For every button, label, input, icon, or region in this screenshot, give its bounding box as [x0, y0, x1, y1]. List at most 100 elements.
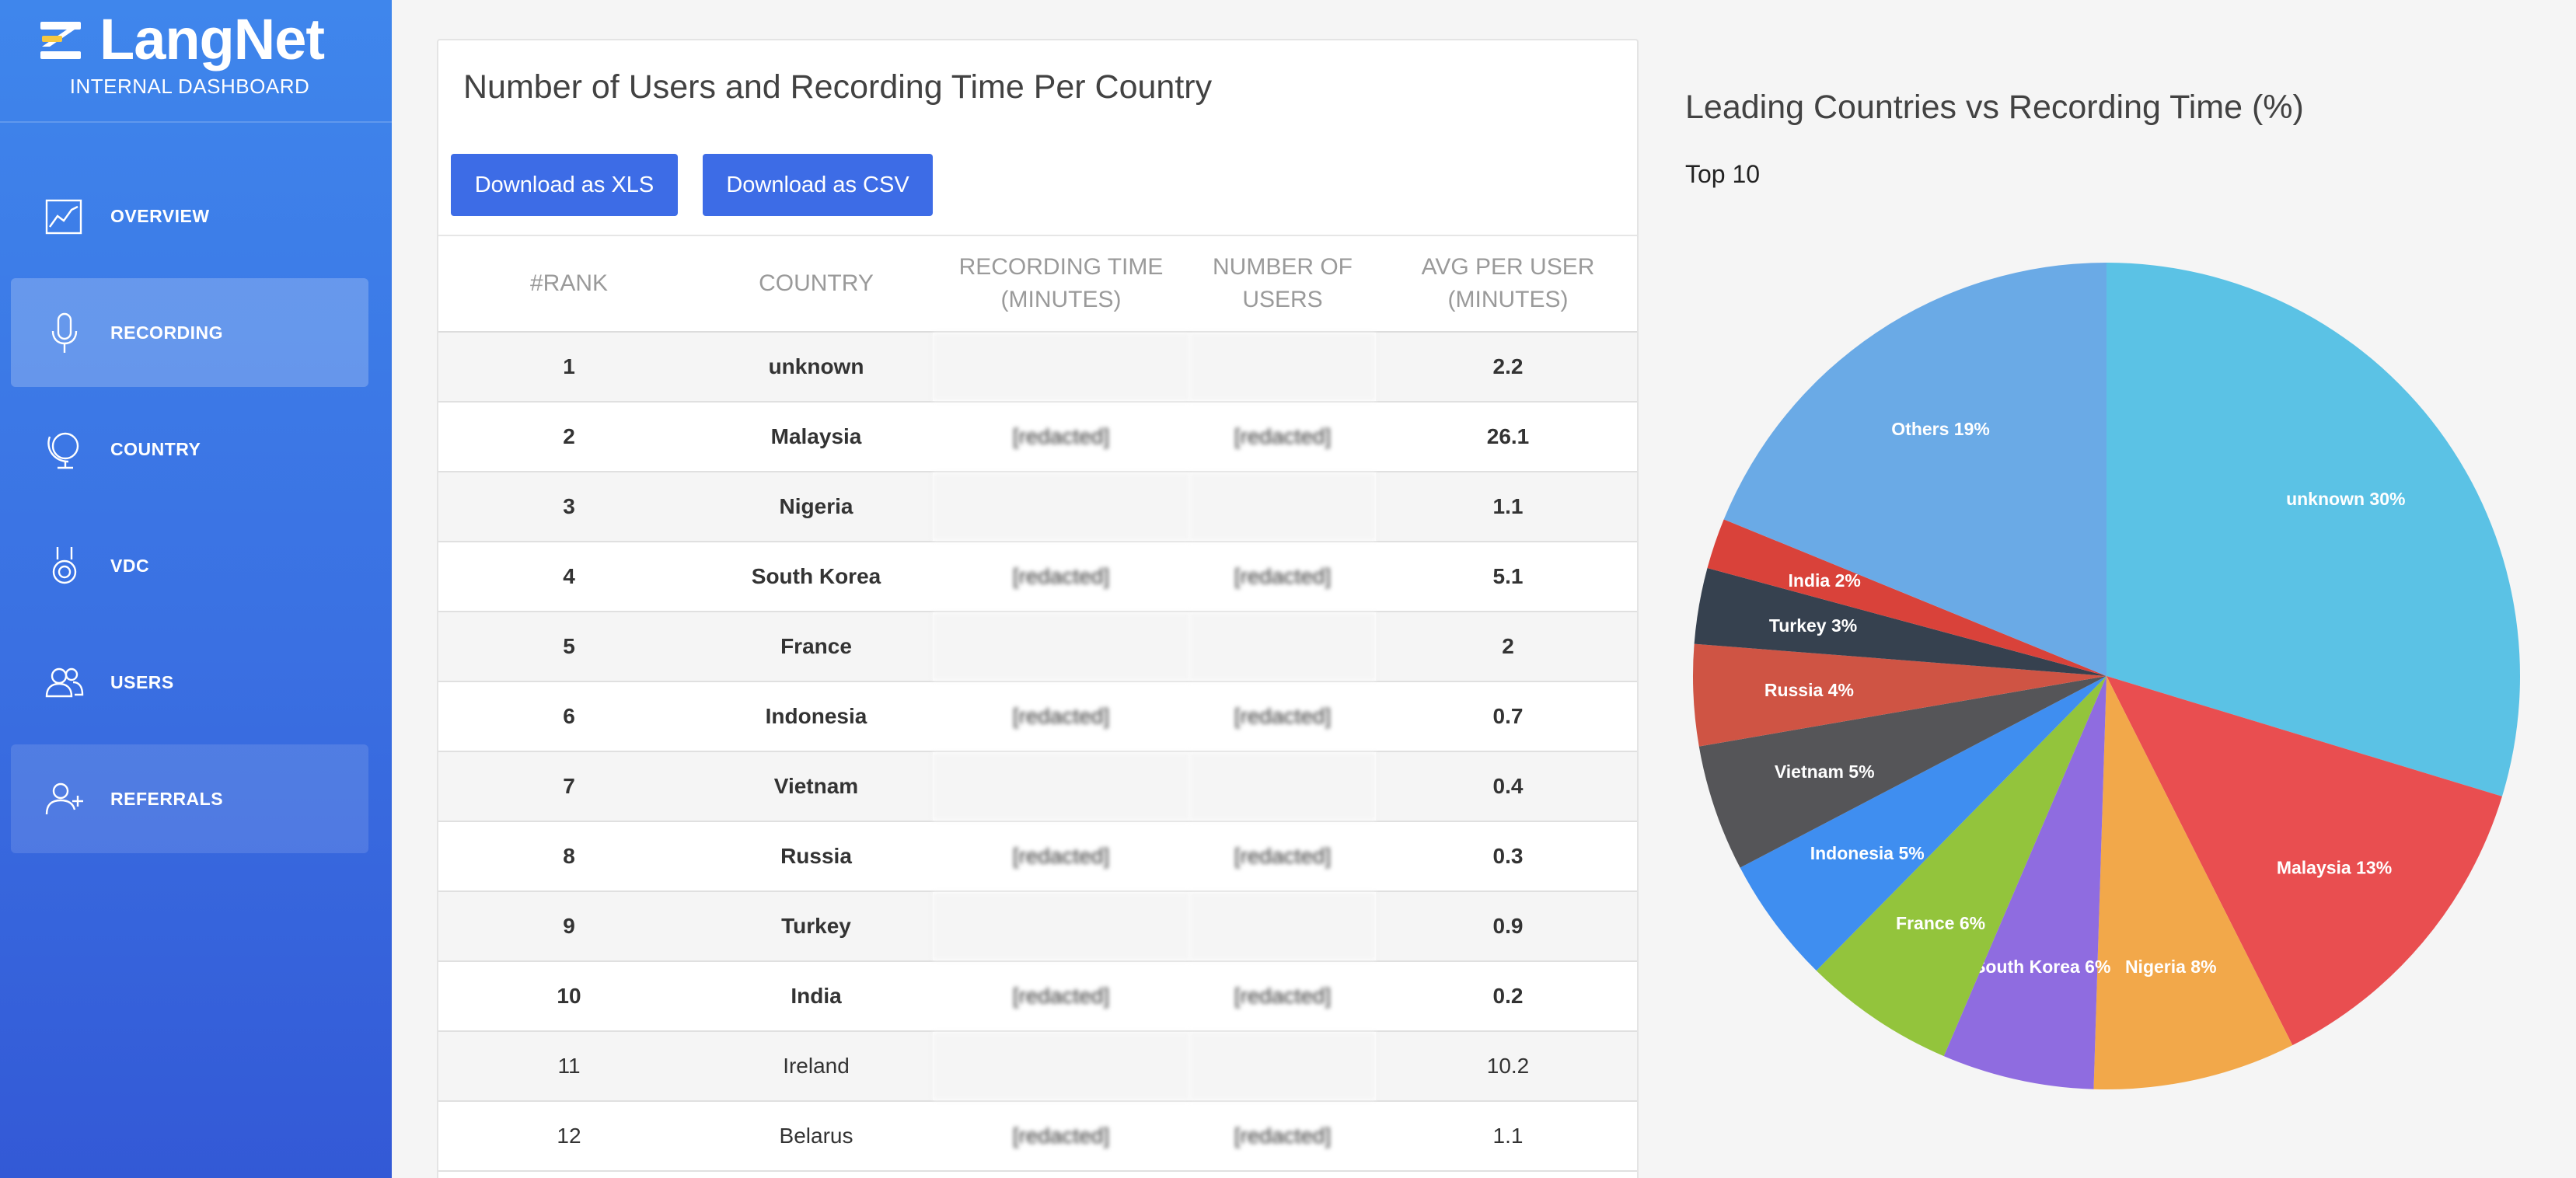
header-users-line1: NUMBER OF: [1213, 254, 1353, 280]
column-header-country[interactable]: COUNTRY: [700, 235, 933, 333]
medal-icon: [52, 547, 77, 584]
cell-users: [1189, 1031, 1376, 1102]
table-row: 12 Belarus [redacted] [redacted] 1.1: [438, 1101, 1637, 1172]
cell-recording-time: [redacted]: [933, 961, 1189, 1032]
cell-recording-time: [redacted]: [933, 402, 1189, 472]
cell-recording-time: [933, 891, 1189, 962]
chart-line-icon: [45, 199, 82, 235]
cell-users: [1189, 891, 1376, 962]
user-plus-icon: [45, 782, 83, 815]
table-row: 5 France 2: [438, 612, 1637, 682]
cell-country: Malaysia: [700, 402, 933, 472]
cell-recording-time: [933, 332, 1189, 403]
langnet-logo-icon: [40, 22, 81, 59]
cell-rank: 2: [438, 402, 700, 472]
country-table: #RANK COUNTRY RECORDING TIME (MINUTES) NU…: [438, 235, 1637, 1172]
cell-users: [1189, 612, 1376, 682]
table-row: 2 Malaysia [redacted] [redacted] 26.1: [438, 402, 1637, 472]
table-row: 8 Russia [redacted] [redacted] 0.3: [438, 821, 1637, 892]
sidebar-item-users[interactable]: USERS: [11, 628, 368, 737]
cell-users: [redacted]: [1189, 1101, 1376, 1172]
header-avg-line1: AVG PER USER: [1421, 254, 1595, 280]
cell-rank: 4: [438, 542, 700, 612]
cell-avg: 0.3: [1376, 821, 1637, 892]
cell-rank: 5: [438, 612, 700, 682]
cell-recording-time: [redacted]: [933, 1101, 1189, 1172]
header-rank-text: #RANK: [529, 270, 609, 296]
cell-avg: 1.1: [1376, 1101, 1637, 1172]
cell-country: India: [700, 961, 933, 1032]
table-row: 7 Vietnam 0.4: [438, 751, 1637, 822]
pie-slice-label: Malaysia 13%: [2277, 858, 2392, 878]
cell-rank: 10: [438, 961, 700, 1032]
cell-recording-time: [933, 751, 1189, 822]
pie-slice-label: Others 19%: [1891, 419, 1990, 439]
sidebar-item-label: USERS: [110, 671, 174, 692]
column-header-number-of-users[interactable]: NUMBER OF USERS: [1189, 235, 1376, 333]
table-row: 6 Indonesia [redacted] [redacted] 0.7: [438, 681, 1637, 752]
cell-recording-time: [933, 1031, 1189, 1102]
users-recording-table-card: Number of Users and Recording Time Per C…: [437, 39, 1639, 1178]
pie-slice-label: Turkey 3%: [1769, 615, 1857, 636]
cell-country: Turkey: [700, 891, 933, 962]
pie-slice-label: Nigeria 8%: [2125, 957, 2217, 977]
brand-header: LangNet INTERNAL DASHBOARD: [0, 0, 392, 123]
sidebar: LangNet INTERNAL DASHBOARD OVERVIEW RECO…: [0, 0, 392, 1178]
cell-rank: 12: [438, 1101, 700, 1172]
table-row: 4 South Korea [redacted] [redacted] 5.1: [438, 542, 1637, 612]
header-recording-time-line2: (MINUTES): [1000, 287, 1122, 312]
table-card-title: Number of Users and Recording Time Per C…: [463, 68, 1213, 106]
cell-avg: 0.7: [1376, 681, 1637, 752]
cell-users: [1189, 751, 1376, 822]
brand-subtitle: INTERNAL DASHBOARD: [69, 75, 310, 98]
sidebar-item-label: RECORDING: [110, 322, 224, 343]
cell-avg: 0.9: [1376, 891, 1637, 962]
cell-recording-time: [redacted]: [933, 542, 1189, 612]
cell-avg: 1.1: [1376, 472, 1637, 542]
cell-country: Belarus: [700, 1101, 933, 1172]
cell-recording-time: [redacted]: [933, 681, 1189, 752]
cell-users: [redacted]: [1189, 402, 1376, 472]
table-row: 3 Nigeria 1.1: [438, 472, 1637, 542]
sidebar-item-vdc[interactable]: VDC: [11, 511, 368, 620]
sidebar-item-label: VDC: [110, 555, 150, 576]
cell-users: [redacted]: [1189, 542, 1376, 612]
cell-country: South Korea: [700, 542, 933, 612]
cell-avg: 2: [1376, 612, 1637, 682]
download-xls-button[interactable]: Download as XLS: [451, 154, 678, 216]
download-csv-button[interactable]: Download as CSV: [703, 154, 933, 216]
sidebar-item-country[interactable]: COUNTRY: [11, 395, 368, 504]
column-header-rank[interactable]: #RANK: [438, 235, 700, 333]
cell-avg: 0.2: [1376, 961, 1637, 1032]
sidebar-nav: OVERVIEW RECORDING COUNTRY VDC USERS REF…: [11, 162, 368, 861]
column-header-avg-per-user[interactable]: AVG PER USER (MINUTES): [1376, 235, 1637, 333]
cell-avg: 10.2: [1376, 1031, 1637, 1102]
cell-avg: 0.4: [1376, 751, 1637, 822]
table-row: 10 India [redacted] [redacted] 0.2: [438, 961, 1637, 1032]
globe-icon: [47, 432, 79, 469]
table-row: 1 unknown 2.2: [438, 332, 1637, 403]
sidebar-item-recording[interactable]: RECORDING: [11, 278, 368, 387]
sidebar-item-overview[interactable]: OVERVIEW: [11, 162, 368, 270]
chart-subtitle: Top 10: [1685, 160, 1761, 188]
table-row: 11 Ireland 10.2: [438, 1031, 1637, 1102]
column-header-recording-time[interactable]: RECORDING TIME (MINUTES): [933, 235, 1189, 333]
sidebar-item-referrals[interactable]: REFERRALS: [11, 744, 368, 853]
cell-country: Russia: [700, 821, 933, 892]
cell-rank: 9: [438, 891, 700, 962]
cell-users: [redacted]: [1189, 961, 1376, 1032]
cell-recording-time: [933, 472, 1189, 542]
brand-name: LangNet: [99, 7, 325, 71]
pie-slice-label: South Korea 6%: [1974, 957, 2110, 977]
cell-avg: 2.2: [1376, 332, 1637, 403]
sidebar-item-label: OVERVIEW: [110, 205, 210, 226]
cell-users: [redacted]: [1189, 681, 1376, 752]
header-country-text: COUNTRY: [759, 270, 874, 296]
header-users-line2: USERS: [1242, 287, 1323, 312]
sidebar-item-label: COUNTRY: [110, 438, 201, 459]
cell-recording-time: [redacted]: [933, 821, 1189, 892]
cell-avg: 5.1: [1376, 542, 1637, 612]
users-icon: [45, 667, 84, 698]
cell-country: Nigeria: [700, 472, 933, 542]
pie-slice-label: unknown 30%: [2286, 489, 2405, 509]
